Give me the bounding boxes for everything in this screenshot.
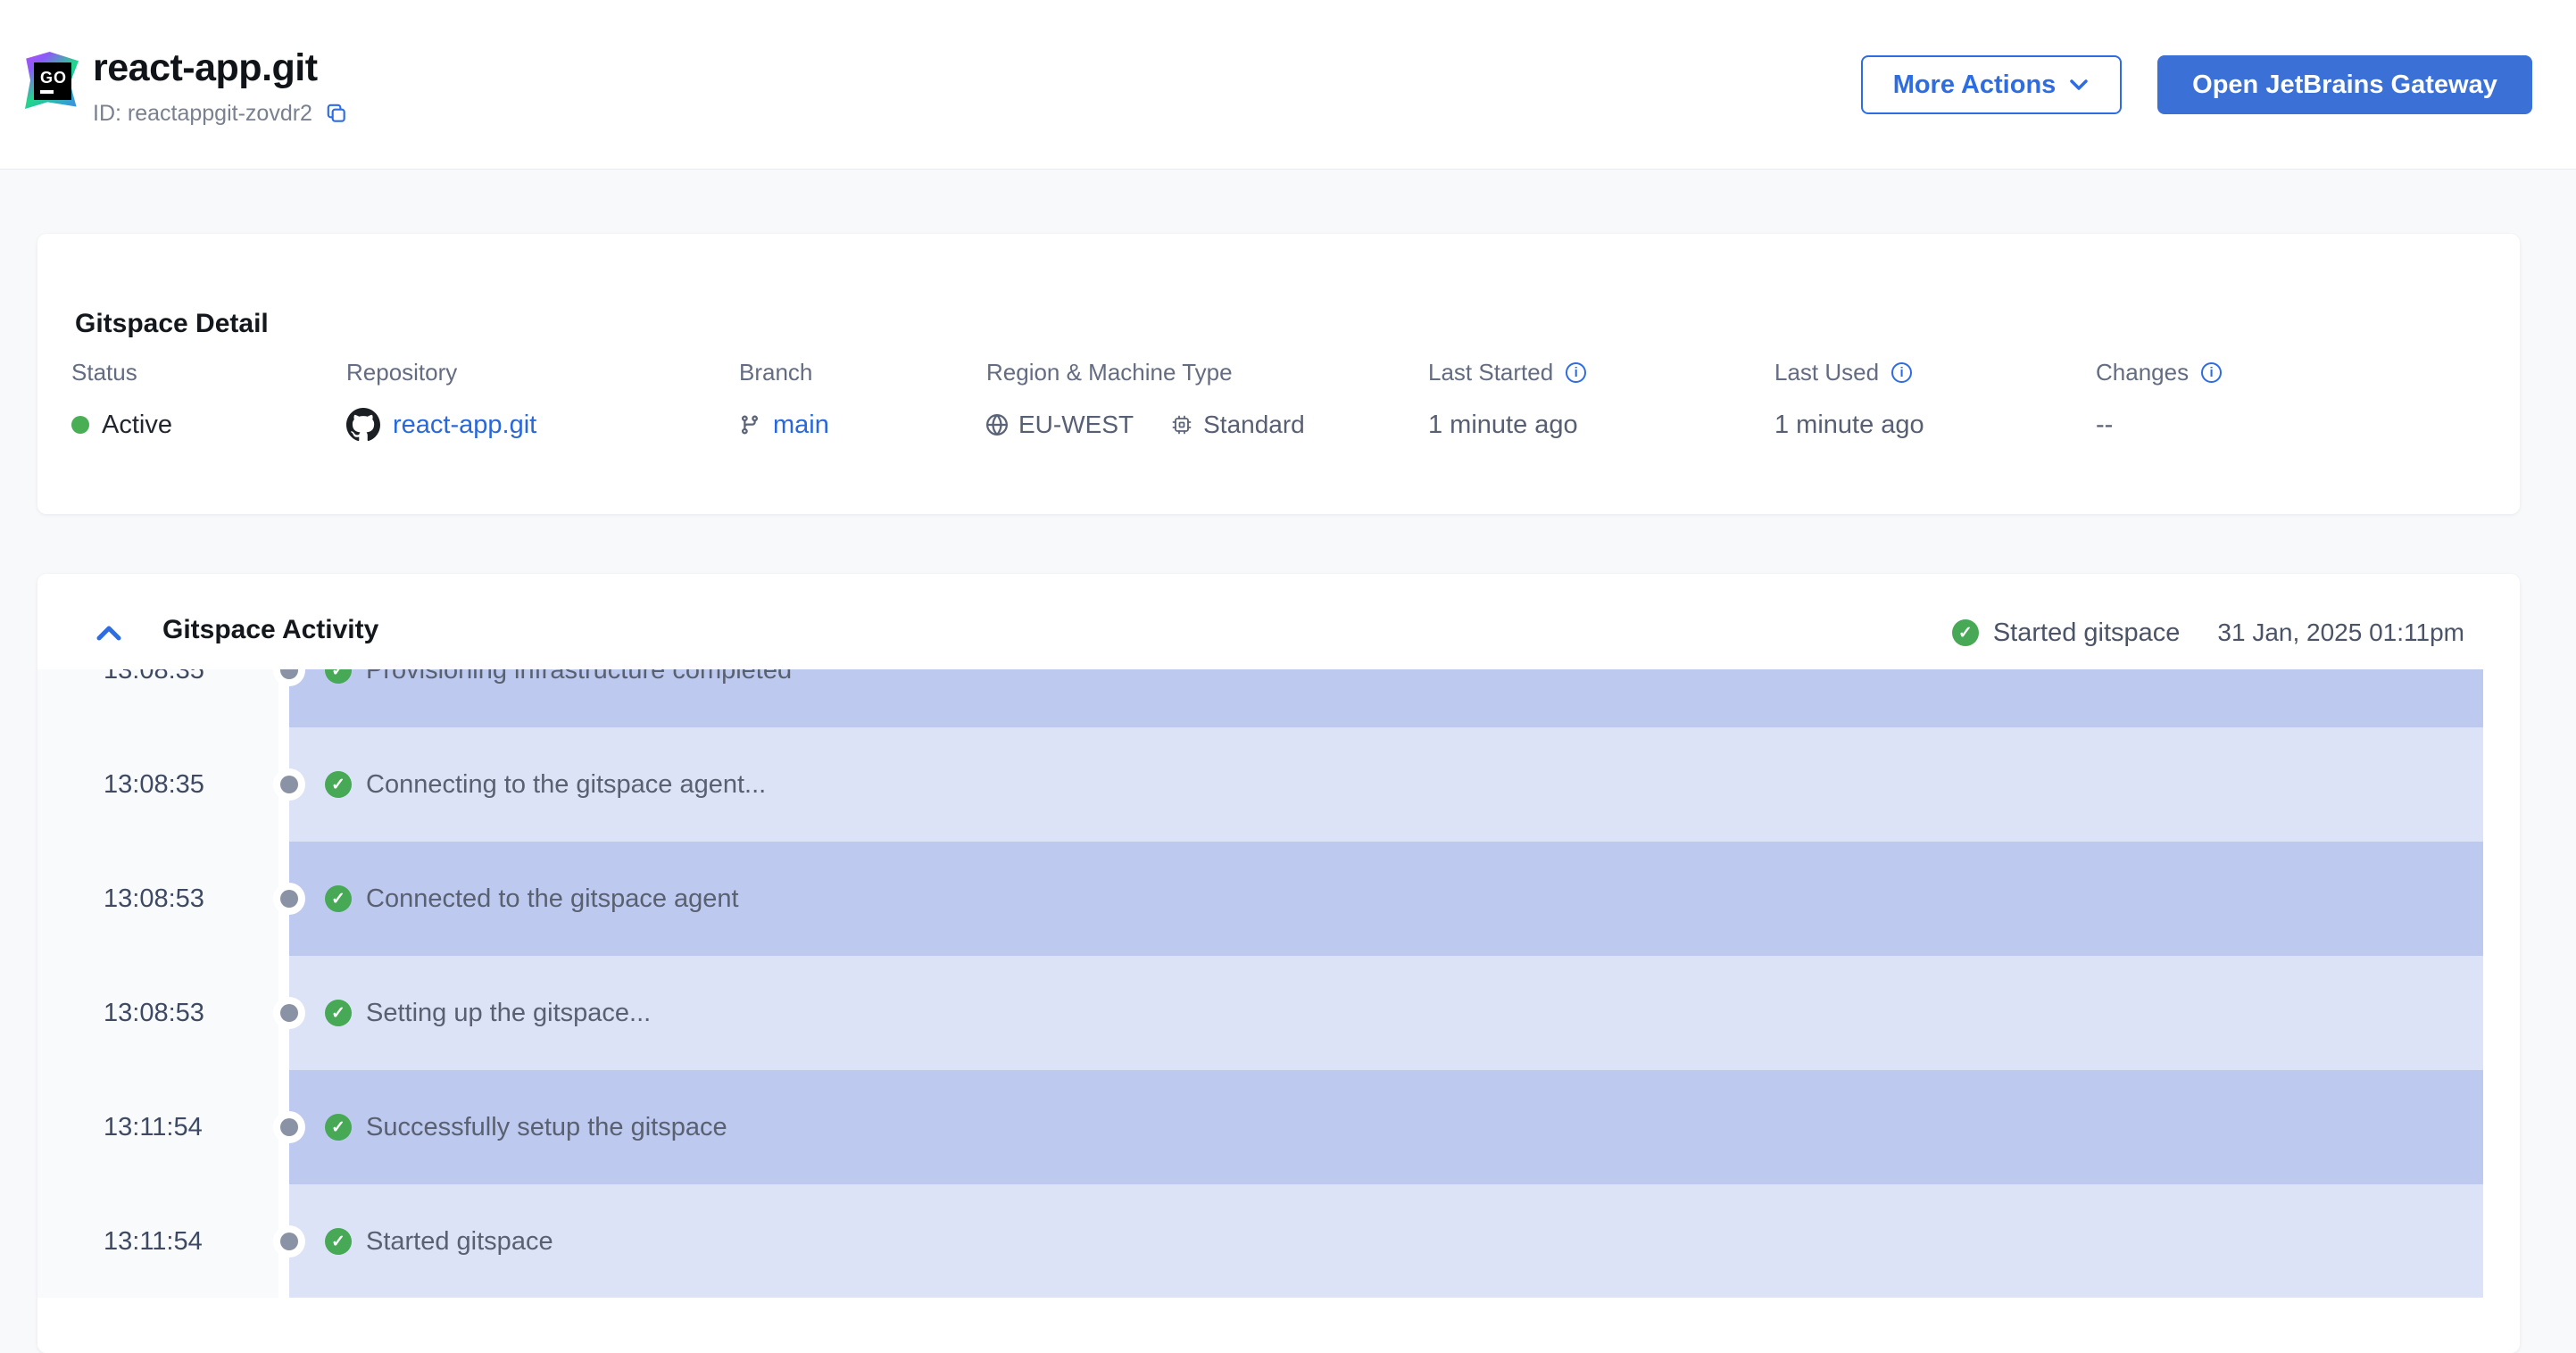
log-message-cell: Setting up the gitspace... bbox=[289, 956, 2483, 1070]
timeline-gutter bbox=[273, 727, 305, 842]
log-timestamp: 13:11:54 bbox=[37, 1070, 278, 1184]
timeline-dot-icon bbox=[273, 1225, 305, 1258]
goland-logo-underscore bbox=[40, 89, 54, 94]
log-message-cell: Connecting to the gitspace agent... bbox=[289, 727, 2483, 842]
status-label: Status bbox=[71, 358, 137, 386]
success-check-icon bbox=[325, 1000, 352, 1026]
log-message: Started gitspace bbox=[366, 1226, 553, 1256]
success-check-icon bbox=[325, 1228, 352, 1255]
open-gateway-label: Open JetBrains Gateway bbox=[2192, 70, 2497, 99]
more-actions-button[interactable]: More Actions bbox=[1861, 55, 2122, 114]
log-timestamp: 13:08:53 bbox=[37, 842, 278, 956]
timeline-gutter bbox=[273, 842, 305, 956]
log-timestamp: 13:08:35 bbox=[37, 669, 278, 727]
log-message: Connected to the gitspace agent bbox=[366, 884, 739, 913]
goland-logo-icon: GO bbox=[25, 52, 79, 109]
region-machine-label: Region & Machine Type bbox=[986, 358, 1233, 386]
success-check-icon bbox=[325, 885, 352, 912]
more-actions-label: More Actions bbox=[1892, 70, 2057, 99]
collapse-chevron-up-icon[interactable] bbox=[95, 622, 123, 645]
row-tail bbox=[2483, 956, 2520, 1070]
status-active-dot bbox=[71, 416, 89, 434]
success-check-icon bbox=[325, 771, 352, 798]
changes-label: Changes bbox=[2096, 358, 2190, 386]
latest-event-text: Started gitspace bbox=[1992, 618, 2181, 647]
log-timestamp: 13:08:35 bbox=[37, 727, 278, 842]
log-row: 13:08:35 Provisioning infrastructure com… bbox=[37, 669, 2520, 727]
last-started-label: Last Started bbox=[1428, 358, 1554, 386]
log-message: Provisioning infrastructure completed bbox=[366, 669, 793, 685]
repository-link[interactable]: react-app.git bbox=[393, 411, 536, 440]
copy-icon[interactable] bbox=[325, 102, 348, 125]
log-message: Successfully setup the gitspace bbox=[366, 1112, 727, 1141]
gitspace-activity-card: Gitspace Activity Started gitspace 31 Ja… bbox=[37, 574, 2520, 1353]
info-icon[interactable]: i bbox=[1891, 361, 1913, 383]
log-row: 13:08:35 Connecting to the gitspace agen… bbox=[37, 727, 2520, 842]
changes-value: -- bbox=[2096, 410, 2114, 439]
activity-card-title: Gitspace Activity bbox=[162, 615, 379, 644]
activity-log-rows: 13:08:35 Provisioning infrastructure com… bbox=[37, 669, 2520, 1298]
info-icon[interactable]: i bbox=[1566, 361, 1587, 383]
region-value: EU-WEST bbox=[1018, 411, 1134, 438]
status-value: Active bbox=[102, 410, 172, 439]
activity-latest-status: Started gitspace 31 Jan, 2025 01:11pm bbox=[1951, 615, 2464, 651]
row-tail bbox=[2483, 1184, 2520, 1298]
last-used-value: 1 minute ago bbox=[1774, 410, 1924, 439]
branch-link[interactable]: main bbox=[773, 411, 829, 440]
log-timestamp: 13:08:53 bbox=[37, 956, 278, 1070]
row-tail bbox=[2483, 727, 2520, 842]
timeline-dot-icon bbox=[273, 1111, 305, 1143]
row-tail bbox=[2483, 669, 2520, 727]
log-message-cell: Connected to the gitspace agent bbox=[289, 842, 2483, 956]
github-icon bbox=[346, 408, 380, 442]
log-timestamp: 13:11:54 bbox=[37, 1184, 278, 1298]
row-tail bbox=[2483, 842, 2520, 956]
log-message-cell: Started gitspace bbox=[289, 1184, 2483, 1298]
chevron-down-icon bbox=[2068, 78, 2090, 92]
timeline-dot-icon bbox=[273, 997, 305, 1029]
goland-logo-box: GO bbox=[34, 62, 71, 100]
success-check-icon bbox=[325, 669, 352, 684]
timeline-dot-icon bbox=[273, 768, 305, 801]
gitspace-detail-card: Gitspace Detail Status Active Repository… bbox=[37, 234, 2520, 514]
repository-label: Repository bbox=[346, 358, 458, 386]
activity-log-scroll-area[interactable]: 13:08:35 Provisioning infrastructure com… bbox=[37, 669, 2520, 1298]
latest-event-timestamp: 31 Jan, 2025 01:11pm bbox=[2217, 618, 2464, 646]
timeline-dot-icon bbox=[273, 883, 305, 915]
info-icon[interactable]: i bbox=[2201, 361, 2223, 383]
log-row: 13:08:53 Connected to the gitspace agent bbox=[37, 842, 2520, 956]
log-message: Connecting to the gitspace agent... bbox=[366, 769, 767, 799]
timeline-gutter bbox=[273, 956, 305, 1070]
machine-type-value: Standard bbox=[1203, 411, 1305, 438]
log-row: 13:11:54 Successfully setup the gitspace bbox=[37, 1070, 2520, 1184]
detail-card-title: Gitspace Detail bbox=[75, 309, 269, 338]
top-bar: GO react-app.git ID: reactappgit-zovdr2 … bbox=[0, 0, 2576, 170]
globe-icon bbox=[986, 414, 1008, 436]
success-check-icon bbox=[1951, 619, 1979, 646]
page-title: react-app.git bbox=[93, 46, 318, 89]
open-jetbrains-gateway-button[interactable]: Open JetBrains Gateway bbox=[2157, 55, 2532, 114]
timeline-gutter bbox=[273, 669, 305, 727]
log-message-cell: Successfully setup the gitspace bbox=[289, 1070, 2483, 1184]
row-tail bbox=[2483, 1070, 2520, 1184]
log-row: 13:11:54 Started gitspace bbox=[37, 1184, 2520, 1298]
last-started-value: 1 minute ago bbox=[1428, 410, 1578, 439]
log-message: Setting up the gitspace... bbox=[366, 998, 652, 1027]
goland-logo-text: GO bbox=[40, 68, 68, 87]
cpu-icon bbox=[1171, 414, 1192, 436]
success-check-icon bbox=[325, 1114, 352, 1141]
timeline-gutter bbox=[273, 1184, 305, 1298]
log-row: 13:08:53 Setting up the gitspace... bbox=[37, 956, 2520, 1070]
last-used-label: Last Used bbox=[1774, 358, 1880, 386]
log-message-cell: Provisioning infrastructure completed bbox=[289, 669, 2483, 727]
branch-label: Branch bbox=[739, 358, 813, 386]
timeline-gutter bbox=[273, 1070, 305, 1184]
git-branch-icon bbox=[739, 414, 760, 436]
gitspace-id: ID: reactappgit-zovdr2 bbox=[93, 100, 312, 126]
